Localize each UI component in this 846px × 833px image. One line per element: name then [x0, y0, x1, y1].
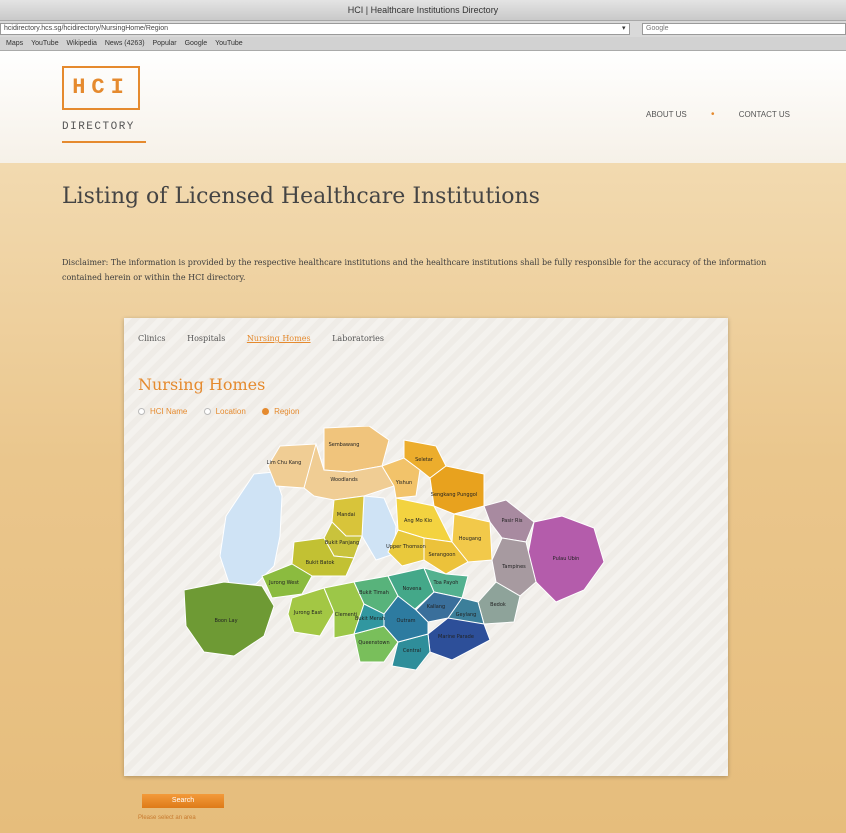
region-label-jurong-east: Jurong East: [293, 610, 322, 616]
region-label-marine-parade: Marine Parade: [438, 634, 474, 640]
region-label-bukit-panjang: Bukit Panjang: [325, 540, 359, 546]
top-nav: ABOUT US • CONTACT US: [646, 109, 790, 120]
window-title: HCI | Healthcare Institutions Directory: [0, 0, 846, 21]
region-label-ang-mo-kio: Ang Mo Kio: [404, 518, 432, 524]
region-label-bukit-timah: Bukit Timah: [359, 590, 389, 596]
region-label-novena: Novena: [402, 586, 421, 592]
nav-separator-dot: •: [710, 109, 715, 120]
page-title: Listing of Licensed Healthcare Instituti…: [62, 184, 540, 209]
bookmark-item[interactable]: News (4263): [105, 40, 145, 47]
region-label-bukit-merah: Bukit Merah: [355, 616, 385, 622]
radio-label: Location: [215, 407, 246, 416]
tab-clinics[interactable]: Clinics: [138, 334, 166, 343]
tab-nursing-homes[interactable]: Nursing Homes: [247, 334, 311, 343]
logo[interactable]: HCI: [62, 66, 140, 110]
region-label-clementi: Clementi: [335, 612, 357, 618]
region-label-sengkang-punggol: Sengkang Punggol: [431, 492, 477, 498]
url-input[interactable]: hcidirectory.hcs.sg/hcidirectory/Nursing…: [0, 23, 630, 35]
section-title: Nursing Homes: [138, 375, 266, 394]
site-header: HCI DIRECTORY ABOUT US • CONTACT US: [0, 51, 846, 163]
search-hint: Please select an area: [138, 815, 196, 821]
bookmark-item[interactable]: YouTube: [215, 40, 243, 47]
search-button[interactable]: Search: [142, 794, 224, 808]
nav-contact-us[interactable]: CONTACT US: [739, 110, 790, 119]
region-label-woodlands: Woodlands: [330, 477, 358, 483]
category-tabs: Clinics Hospitals Nursing Homes Laborato…: [138, 334, 403, 343]
bookmark-item[interactable]: YouTube: [31, 40, 59, 47]
radio-circle-selected[interactable]: [262, 408, 270, 416]
region-label-seletar: Seletar: [415, 457, 434, 463]
search-by-options: HCI Name Location Region: [138, 407, 313, 416]
search-panel: Clinics Hospitals Nursing Homes Laborato…: [124, 318, 728, 776]
region-label-bedok: Bedok: [490, 602, 506, 608]
region-label-serangoon: Serangoon: [429, 552, 456, 558]
radio-label: Region: [274, 407, 300, 416]
chevron-down-icon[interactable]: ▾: [622, 23, 626, 35]
logo-subtitle: DIRECTORY: [62, 121, 135, 133]
region-label-pasir-ris: Pasir Ris: [502, 518, 523, 524]
bookmark-item[interactable]: Google: [185, 40, 208, 47]
region-sengkang-punggol[interactable]: [429, 465, 485, 515]
logo-underline: [62, 141, 146, 143]
region-label-central: Central: [403, 648, 421, 654]
region-label-toa-payoh: Toa Payoh: [433, 580, 459, 586]
bookmarks-bar: Maps YouTube Wikipedia News (4263) Popul…: [0, 37, 846, 51]
region-label-pulau-ubin: Pulau Ubin: [553, 556, 580, 562]
region-label-jurong-west: Jurong West: [268, 580, 299, 586]
region-label-hougang: Hougang: [459, 536, 482, 542]
region-label-sembawang: Sembawang: [329, 442, 360, 448]
radio-region[interactable]: Region: [262, 407, 299, 416]
nav-about-us[interactable]: ABOUT US: [646, 110, 687, 119]
region-label-bukit-batok: Bukit Batok: [306, 560, 335, 566]
main-content: Listing of Licensed Healthcare Instituti…: [0, 163, 846, 833]
region-label-queenstown: Queenstown: [358, 640, 389, 646]
radio-label: HCI Name: [150, 407, 188, 416]
region-label-outram: Outram: [396, 618, 415, 624]
radio-circle[interactable]: [138, 408, 145, 416]
region-label-boon-lay: Boon Lay: [214, 618, 237, 624]
region-label-yishun: Yishun: [395, 480, 412, 486]
region-sembawang[interactable]: [323, 426, 390, 473]
browser-search-input[interactable]: Google: [642, 23, 846, 35]
singapore-region-map[interactable]: Lim Chu Kang Sembawang Woodlands Yishun Sele…: [184, 426, 664, 676]
radio-location[interactable]: Location: [203, 407, 246, 416]
disclaimer: Disclaimer: The information is provided …: [62, 258, 767, 282]
radio-circle[interactable]: [203, 408, 211, 416]
region-label-upper-thomson: Upper Thomson: [386, 544, 426, 550]
region-label-lim-chu-kang: Lim Chu Kang: [267, 460, 302, 466]
region-label-mandai: Mandai: [337, 512, 355, 518]
tab-hospitals[interactable]: Hospitals: [187, 334, 225, 343]
region-label-tampines: Tampines: [501, 564, 526, 570]
address-bar: hcidirectory.hcs.sg/hcidirectory/Nursing…: [0, 21, 846, 37]
bookmark-item[interactable]: Maps: [6, 40, 23, 47]
radio-hci-name[interactable]: HCI Name: [138, 407, 187, 416]
region-label-geylang: Geylang: [456, 612, 477, 618]
tab-laboratories[interactable]: Laboratories: [332, 334, 384, 343]
region-label-kallang: Kallang: [427, 604, 445, 610]
bookmark-item[interactable]: Popular: [153, 40, 177, 47]
bookmark-item[interactable]: Wikipedia: [67, 40, 97, 47]
reservoir-west: [219, 471, 283, 587]
